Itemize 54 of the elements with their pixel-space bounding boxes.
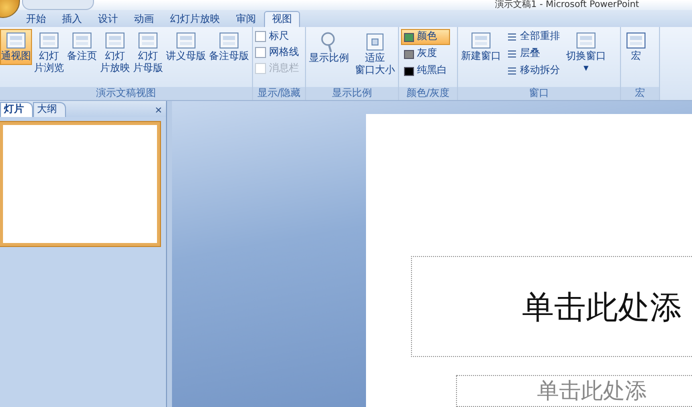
swatch-icon bbox=[404, 66, 414, 76]
group-label: 显示/隐藏 bbox=[253, 87, 305, 100]
view-button[interactable]: 幻灯 片母版 bbox=[132, 29, 164, 77]
color-mode-button[interactable]: 纯黑白 bbox=[401, 63, 450, 79]
ribbon-tab[interactable]: 设计 bbox=[90, 11, 126, 27]
new-window-button[interactable]: 新建窗口 bbox=[460, 29, 502, 65]
view-button[interactable]: 幻灯 片浏览 bbox=[33, 29, 65, 77]
switch-window-button[interactable]: 切换窗口 ▾ bbox=[565, 29, 607, 77]
slide-layout-icon bbox=[38, 31, 60, 51]
ribbon-tab[interactable]: 插入 bbox=[54, 11, 90, 27]
slide-layout-icon bbox=[218, 31, 240, 51]
group-label: 颜色/灰度 bbox=[399, 87, 457, 100]
fit-window-button[interactable]: 适应 窗口大小 bbox=[354, 29, 396, 79]
swatch-icon bbox=[404, 50, 414, 58]
view-button[interactable]: 讲义母版 bbox=[165, 29, 207, 65]
group-label: 窗口 bbox=[458, 87, 620, 100]
group-label: 宏 bbox=[621, 87, 659, 100]
view-button[interactable]: 备注页 bbox=[66, 29, 98, 65]
fit-window-icon bbox=[364, 31, 386, 53]
window-command[interactable]: 全部重排 bbox=[504, 29, 563, 45]
group-label: 显示比例 bbox=[306, 87, 398, 100]
slide-thumbnail[interactable] bbox=[0, 122, 160, 246]
pane-tab[interactable]: 大纲 bbox=[33, 102, 66, 117]
ribbon-tab[interactable]: 幻灯片放映 bbox=[162, 11, 228, 27]
view-button[interactable]: 备注母版 bbox=[208, 29, 250, 65]
slide-layout-icon bbox=[137, 31, 159, 51]
zoom-button[interactable]: 显示比例 bbox=[308, 29, 350, 67]
checkbox[interactable]: 标尺 bbox=[255, 29, 299, 44]
ribbon-tab[interactable]: 开始 bbox=[18, 11, 54, 27]
color-mode-button[interactable]: 颜色 bbox=[401, 29, 450, 45]
window-command[interactable]: 移动拆分 bbox=[504, 63, 563, 79]
slide-layout-icon bbox=[5, 31, 27, 51]
macro-icon bbox=[625, 31, 647, 51]
swatch-icon bbox=[404, 32, 414, 42]
group-label: 演示文稿视图 bbox=[0, 87, 252, 100]
subtitle-placeholder[interactable]: 单击此处添 bbox=[456, 374, 692, 407]
color-mode-button[interactable]: 灰度 bbox=[401, 46, 450, 62]
close-button[interactable]: × bbox=[154, 103, 162, 117]
pane-tab[interactable]: 灯片 bbox=[0, 102, 33, 117]
view-button[interactable]: 通视图 bbox=[0, 29, 32, 65]
ribbon-tab[interactable]: 审阅 bbox=[228, 11, 264, 27]
windows-icon bbox=[575, 31, 597, 51]
checkbox[interactable]: 网格线 bbox=[255, 45, 299, 60]
slide-layout-icon bbox=[71, 31, 93, 51]
ribbon-tab[interactable]: 动画 bbox=[126, 11, 162, 27]
slide-layout-icon bbox=[104, 31, 126, 51]
macros-button[interactable]: 宏 bbox=[623, 29, 649, 65]
window-command[interactable]: 层叠 bbox=[504, 46, 563, 62]
title-placeholder[interactable]: 单击此处添 bbox=[411, 256, 692, 357]
ribbon-tab[interactable]: 视图 bbox=[264, 11, 300, 27]
view-button[interactable]: 幻灯 片放映 bbox=[99, 29, 131, 77]
quick-access-toolbar bbox=[22, 0, 94, 10]
slide-layout-icon bbox=[175, 31, 197, 51]
windows-icon bbox=[470, 31, 492, 51]
